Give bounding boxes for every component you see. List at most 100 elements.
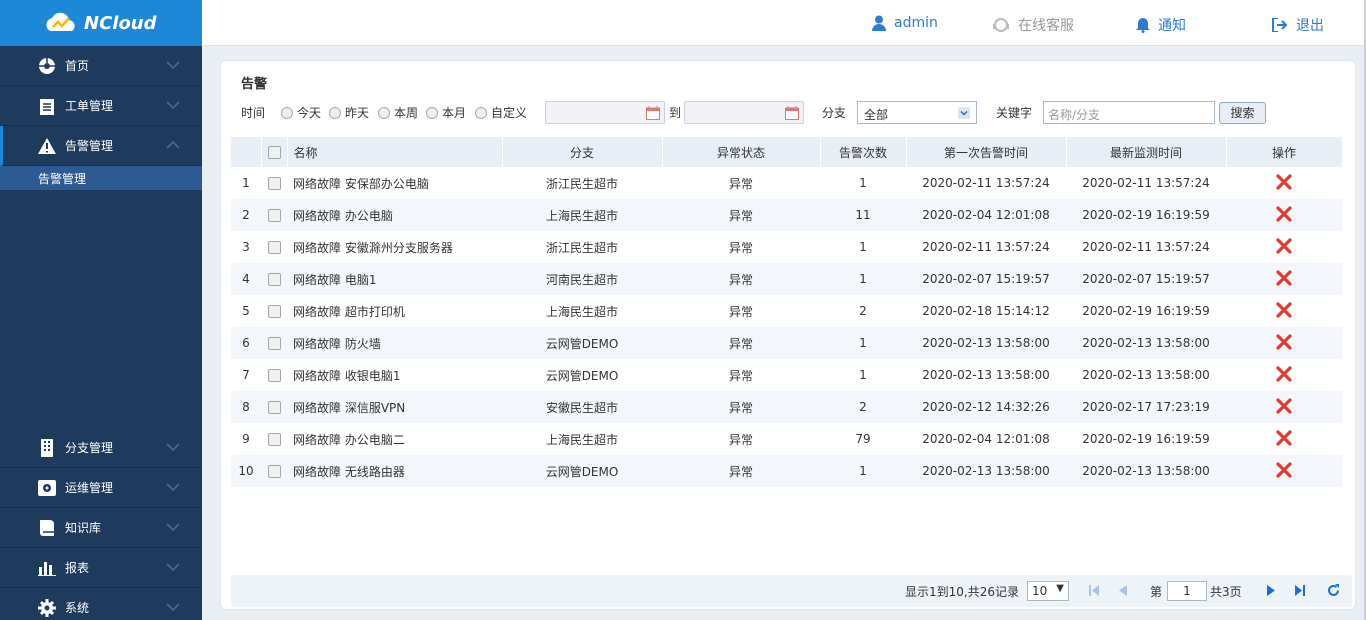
branch-select[interactable]: 全部 (857, 101, 977, 124)
radio-yesterday[interactable]: 昨天 (329, 104, 369, 121)
table-row[interactable]: 3 网络故障 安徽滁州分支服务器 浙江民生超市 异常 1 2020-02-11 13:57… (231, 231, 1342, 263)
row-checkbox[interactable] (267, 209, 281, 222)
delete-icon[interactable] (1276, 461, 1292, 481)
header-status[interactable]: 异常状态 (662, 137, 821, 167)
keyword-input[interactable]: 名称/分支 (1043, 101, 1215, 124)
refresh-button[interactable] (1327, 584, 1340, 597)
table-row[interactable]: 5 网络故障 超市打印机 上海民生超市 异常 2 2020-02-18 15:14:12 2… (231, 295, 1342, 327)
submenu-item-alert-management[interactable]: 告警管理 (0, 166, 202, 190)
table-row[interactable]: 1 网络故障 安保部办公电脑 浙江民生超市 异常 1 2020-02-11 13:57:2… (231, 167, 1342, 199)
delete-icon[interactable] (1276, 397, 1292, 417)
delete-icon[interactable] (1276, 301, 1292, 321)
cell-status: 异常 (662, 167, 820, 199)
radio-today[interactable]: 今天 (281, 104, 321, 121)
delete-icon[interactable] (1276, 333, 1292, 353)
cell-status: 异常 (662, 199, 820, 231)
delete-icon[interactable] (1276, 205, 1292, 225)
radio-custom[interactable]: 自定义 (475, 104, 527, 121)
table-row[interactable]: 9 网络故障 办公电脑二 上海民生超市 异常 79 2020-02-04 12:01:08… (231, 423, 1342, 455)
table-row[interactable]: 4 网络故障 电脑1 河南民生超市 异常 1 2020-02-07 15:19:57 202… (231, 263, 1342, 295)
logo[interactable]: NCloud (0, 0, 202, 46)
start-date-input[interactable] (545, 101, 665, 124)
delete-icon[interactable] (1276, 429, 1292, 449)
radio-this-week[interactable]: 本周 (378, 104, 418, 121)
row-checkbox[interactable] (267, 465, 281, 478)
alerts-submenu: 告警管理 (0, 166, 202, 428)
row-checkbox[interactable] (267, 177, 281, 190)
row-checkbox[interactable] (267, 305, 281, 318)
end-date-input[interactable] (684, 101, 804, 124)
chevron-down-icon (166, 61, 180, 70)
cell-latest: 2020-02-13 13:58:00 (1066, 359, 1226, 391)
cell-branch: 安徽民生超市 (502, 391, 662, 423)
table-row[interactable]: 8 网络故障 深信服VPN 安徽民生超市 异常 2 2020-02-12 14:32:26… (231, 391, 1342, 423)
cell-checkbox (261, 327, 287, 359)
row-checkbox[interactable] (267, 241, 281, 254)
radio-this-month[interactable]: 本月 (426, 104, 466, 121)
to-label: 到 (669, 106, 682, 120)
cell-no: 5 (231, 295, 261, 327)
cell-count: 11 (820, 199, 906, 231)
radio-circle (378, 106, 390, 119)
row-checkbox[interactable] (267, 337, 281, 350)
sidebar-item-knowledge[interactable]: 知识库 (0, 508, 202, 548)
search-button[interactable]: 搜索 (1219, 102, 1266, 124)
table-row[interactable]: 6 网络故障 防火墙 云网管DEMO 异常 1 2020-02-13 13:58:00 20… (231, 327, 1342, 359)
header-branch[interactable]: 分支 (502, 137, 663, 167)
sidebar-item-label: 告警管理 (65, 139, 114, 153)
delete-icon[interactable] (1276, 237, 1292, 257)
cell-checkbox (261, 199, 287, 231)
header-checkbox[interactable] (261, 137, 288, 167)
table-row[interactable]: 7 网络故障 收银电脑1 云网管DEMO 异常 1 2020-02-13 13:58:00… (231, 359, 1342, 391)
delete-icon[interactable] (1276, 173, 1292, 193)
cell-name: 网络故障 无线路由器 (287, 455, 502, 487)
sidebar-item-branches[interactable]: 分支管理 (0, 428, 202, 468)
delete-icon[interactable] (1276, 269, 1292, 289)
sidebar-item-reports[interactable]: 报表 (0, 548, 202, 588)
radio-label: 自定义 (491, 106, 528, 120)
cell-no: 10 (231, 455, 261, 487)
sidebar-item-label: 运维管理 (65, 481, 114, 495)
header-latest-time[interactable]: 最新监测时间 (1066, 137, 1227, 167)
chevron-down-icon (166, 101, 180, 110)
sidebar-item-tickets[interactable]: 工单管理 (0, 86, 202, 126)
cell-action (1226, 391, 1342, 423)
refresh-icon (1328, 584, 1339, 596)
select-all-checkbox[interactable] (267, 146, 281, 159)
header-first-time[interactable]: 第一次告警时间 (906, 137, 1067, 167)
sidebar-item-alerts[interactable]: 告警管理 (0, 126, 202, 166)
cell-latest: 2020-02-19 16:19:59 (1066, 423, 1226, 455)
header-count[interactable]: 告警次数 (820, 137, 907, 167)
cell-first: 2020-02-18 15:14:12 (906, 295, 1066, 327)
chevron-down-icon (166, 483, 180, 492)
row-checkbox[interactable] (267, 433, 281, 446)
cell-checkbox (261, 295, 287, 327)
user-menu[interactable]: admin (872, 15, 938, 31)
cell-checkbox (261, 231, 287, 263)
first-page-button[interactable] (1089, 585, 1099, 596)
header-name[interactable]: 名称 (287, 137, 503, 167)
row-checkbox[interactable] (267, 401, 281, 414)
row-checkbox[interactable] (267, 369, 281, 382)
sidebar-item-system[interactable]: 系统 (0, 588, 202, 620)
logout-link[interactable]: 退出 (1272, 15, 1324, 35)
headset-icon (993, 18, 1009, 32)
notify-link[interactable]: 通知 (1136, 15, 1186, 35)
table-row[interactable]: 2 网络故障 办公电脑 上海民生超市 异常 11 2020-02-04 12:01:08 2… (231, 199, 1342, 231)
sidebar-item-ops[interactable]: 运维管理 (0, 468, 202, 508)
next-page-button[interactable] (1267, 585, 1275, 596)
support-link[interactable]: 在线客服 (992, 15, 1074, 35)
row-checkbox[interactable] (267, 273, 281, 286)
chevron-down-icon (166, 603, 180, 612)
page-number-input[interactable]: 1 (1167, 581, 1207, 601)
filter-bar: 时间 今天 昨天 本周 本月 自定义 到 分支 全部 关键字 名称/分支 搜索 (241, 101, 1341, 125)
page-size-select[interactable]: 10 ▼ (1027, 581, 1069, 601)
table-row[interactable]: 10 网络故障 无线路由器 云网管DEMO 异常 1 2020-02-13 13:58:0… (231, 455, 1342, 487)
prev-page-button[interactable] (1119, 585, 1127, 596)
last-page-button[interactable] (1295, 585, 1305, 596)
table-body: 1 网络故障 安保部办公电脑 浙江民生超市 异常 1 2020-02-11 13:57:2… (231, 167, 1342, 487)
app-name: NCloud (84, 12, 157, 34)
cloud-logo-icon (46, 12, 75, 31)
delete-icon[interactable] (1276, 365, 1292, 385)
sidebar-item-home[interactable]: 首页 (0, 46, 202, 86)
